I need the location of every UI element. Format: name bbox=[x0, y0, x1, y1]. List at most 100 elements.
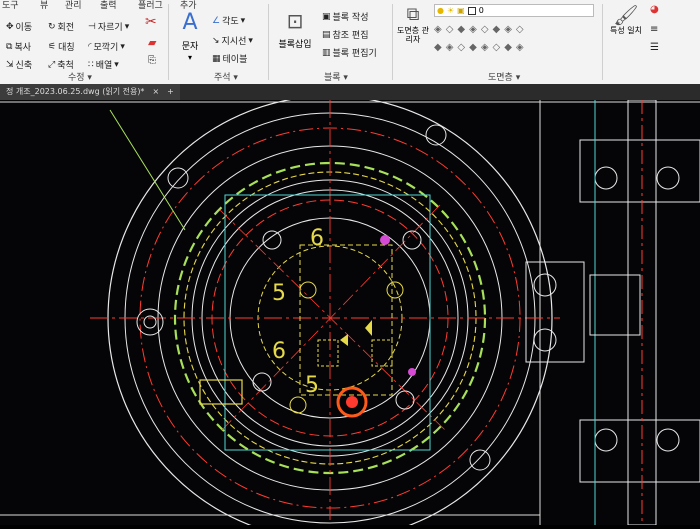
right-block-hole bbox=[656, 428, 680, 452]
ref-edit-label: 참조 편집 bbox=[332, 31, 369, 41]
label-five-top: 5 bbox=[272, 281, 286, 306]
right-block-hole bbox=[594, 166, 618, 190]
sun-icon: ☀ bbox=[446, 6, 455, 15]
layer-tool-icon[interactable]: ◈ bbox=[434, 24, 446, 35]
layer-tool-icon[interactable]: ◈ bbox=[504, 24, 516, 35]
erase-icon: ✂ bbox=[145, 14, 157, 30]
table-button[interactable]: ▦ 테이블 bbox=[212, 52, 247, 66]
layer-tool-icon[interactable]: ◆ bbox=[493, 24, 505, 35]
menu-plugin[interactable]: 플러그 bbox=[138, 0, 163, 11]
block-create-icon: ▣ bbox=[322, 11, 331, 22]
chevron-down-icon: ▾ bbox=[240, 15, 246, 26]
layer-tool-icon[interactable]: ◆ bbox=[457, 24, 469, 35]
layer-manager-button[interactable]: ⧉ 도면층 관리자 bbox=[396, 4, 430, 44]
mount-hole bbox=[533, 273, 557, 297]
pin-hole bbox=[299, 281, 317, 299]
close-icon[interactable]: × bbox=[152, 84, 159, 100]
properties-small-button[interactable]: ⎘ bbox=[148, 55, 156, 66]
menu-manage[interactable]: 관리 bbox=[65, 0, 82, 11]
separator bbox=[168, 4, 169, 80]
fillet-button[interactable]: ◜ 모깍기 ▾ bbox=[88, 40, 125, 54]
eraser-button[interactable]: ▰ bbox=[148, 36, 156, 49]
mount-hole bbox=[136, 308, 164, 336]
orange-feature-core bbox=[346, 396, 358, 408]
rotate-label: 회전 bbox=[57, 23, 75, 33]
document-tab[interactable]: 정 개조_2023.06.25.dwg (읽기 전용)* × + bbox=[0, 84, 180, 100]
modify-group-label[interactable]: 수정 ▾ bbox=[68, 70, 92, 83]
layer-tool-icon[interactable]: ◆ bbox=[434, 42, 446, 53]
block-insert-label: 블록삽입 bbox=[278, 40, 312, 50]
layer-tool-icon[interactable]: ◈ bbox=[516, 42, 528, 53]
table-icon: ▦ bbox=[212, 53, 221, 64]
block-group-label[interactable]: 블록 ▾ bbox=[324, 70, 348, 83]
magenta-marker bbox=[408, 368, 416, 376]
block-insert-button[interactable]: ⊡ 블록삽입 bbox=[274, 10, 316, 51]
menu-output[interactable]: 출력 bbox=[100, 0, 117, 11]
leader-icon: ↘ bbox=[212, 35, 220, 46]
array-icon: ∷ bbox=[88, 59, 94, 70]
array-button[interactable]: ∷ 배열 ▾ bbox=[88, 58, 119, 72]
ref-edit-icon: ▤ bbox=[322, 29, 331, 40]
document-tab-bar: 정 개조_2023.06.25.dwg (읽기 전용)* × + bbox=[0, 84, 700, 100]
block-editor-button[interactable]: ▥ 블록 편집기 bbox=[322, 46, 377, 60]
menu-tools[interactable]: 도구 bbox=[2, 0, 19, 11]
layer-tool-icon[interactable]: ◇ bbox=[446, 24, 458, 35]
trim-button[interactable]: ⊣ 자르기 ▾ bbox=[88, 20, 129, 34]
layer-dropdown[interactable]: ● ☀ ▣ 0 bbox=[434, 4, 594, 17]
color-wheel-button[interactable]: ◕ bbox=[650, 4, 659, 15]
cad-drawing: 6 5 6 5 bbox=[0, 95, 700, 529]
lineweight-icon: ≡ bbox=[650, 24, 659, 35]
layers-group-label[interactable]: 도면층 ▾ bbox=[488, 70, 520, 83]
text-button[interactable]: A 문자 ▾ bbox=[174, 12, 206, 63]
annotation-group-label[interactable]: 주석 ▾ bbox=[214, 70, 238, 83]
layer-tool-icon[interactable]: ◆ bbox=[469, 42, 481, 53]
layer-tool-icon[interactable]: ◇ bbox=[493, 42, 505, 53]
ref-edit-button[interactable]: ▤ 참조 편집 bbox=[322, 28, 369, 42]
drawing-canvas[interactable]: 6 5 6 5 bbox=[0, 95, 700, 529]
block-create-button[interactable]: ▣ 블록 작성 bbox=[322, 10, 369, 24]
rotate-icon: ↻ bbox=[48, 21, 56, 32]
block-editor-icon: ▥ bbox=[322, 47, 331, 58]
erase-button[interactable]: ✂ bbox=[145, 14, 157, 30]
stretch-button[interactable]: ⇲ 신축 bbox=[6, 58, 32, 72]
copy-button[interactable]: ⧉ 복사 bbox=[6, 40, 31, 54]
bolt-hole bbox=[262, 230, 282, 250]
layer-tool-icon[interactable]: ◈ bbox=[481, 42, 493, 53]
copy-icon: ⧉ bbox=[6, 41, 13, 52]
menu-view[interactable]: 뷰 bbox=[40, 0, 48, 11]
chevron-down-icon: ▾ bbox=[114, 59, 119, 70]
rotate-button[interactable]: ↻ 회전 bbox=[48, 20, 75, 34]
mount-hole bbox=[533, 328, 557, 352]
move-label: 이동 bbox=[15, 23, 33, 33]
text-label: 문자 bbox=[181, 42, 199, 52]
mirror-button[interactable]: ⚟ 대칭 bbox=[48, 40, 75, 54]
label-six-bottom: 6 bbox=[272, 339, 286, 364]
match-properties-label: 특성 일치 bbox=[610, 26, 642, 35]
linetype-icon: ☰ bbox=[650, 42, 659, 53]
yellow-marker bbox=[340, 334, 348, 346]
separator bbox=[602, 4, 603, 80]
layer-tool-icon[interactable]: ◇ bbox=[516, 24, 528, 35]
move-button[interactable]: ✥ 이동 bbox=[6, 20, 33, 34]
layer-tool-icon[interactable]: ◇ bbox=[481, 24, 493, 35]
lineweight-button[interactable]: ≡ bbox=[650, 24, 658, 35]
mirror-label: 대칭 bbox=[58, 43, 75, 53]
leader-button[interactable]: ↘ 지시선 ▾ bbox=[212, 34, 253, 48]
lightbulb-icon: ● bbox=[437, 6, 444, 15]
center-line-diagonal bbox=[219, 209, 446, 431]
layer-tools-row1: ◈◇◆◈◇◆◈◇ bbox=[434, 24, 528, 35]
layer-tools-row2: ◆◈◇◆◈◇◆◈ bbox=[434, 42, 528, 53]
layer-tool-icon[interactable]: ◆ bbox=[504, 42, 516, 53]
cyan-outline bbox=[224, 194, 431, 451]
array-label: 배열 bbox=[95, 61, 113, 71]
layer-tool-icon[interactable]: ◈ bbox=[469, 24, 481, 35]
match-properties-button[interactable]: 🖌 특성 일치 bbox=[608, 4, 644, 36]
hidden-part bbox=[371, 339, 393, 367]
color-wheel-icon: ◕ bbox=[650, 4, 659, 15]
add-tab-icon[interactable]: + bbox=[167, 84, 174, 100]
linetype-button[interactable]: ☰ bbox=[650, 42, 659, 53]
layer-tool-icon[interactable]: ◈ bbox=[446, 42, 458, 53]
layer-tool-icon[interactable]: ◇ bbox=[457, 42, 469, 53]
angle-dim-button[interactable]: ∠ 각도 ▾ bbox=[212, 14, 246, 28]
hidden-part bbox=[317, 339, 339, 367]
